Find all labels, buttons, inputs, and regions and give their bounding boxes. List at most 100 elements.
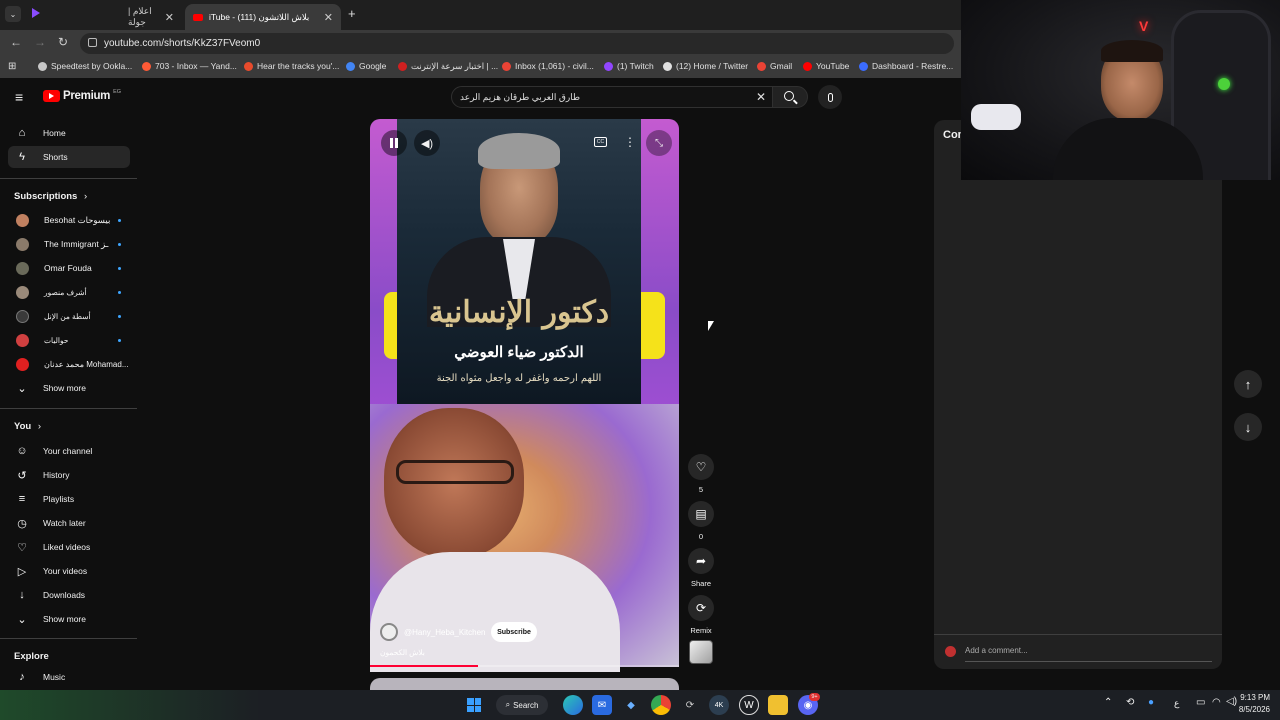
bookmark[interactable]: (1) Twitch [604,61,654,71]
sound-thumbnail[interactable] [689,640,713,664]
subscription-item[interactable]: أشرف منصور [8,281,130,303]
wordpress-icon[interactable]: W [739,695,759,715]
tray-mic-icon[interactable]: ● [1148,697,1154,708]
subscription-item[interactable]: Omar Fouda [8,257,130,279]
sidebar-item-your-videos[interactable]: ▷ Your videos [8,560,130,582]
tray-app-icon[interactable]: ⟲ [1126,697,1134,708]
subscriptions-show-more[interactable]: ⌄ Show more [8,377,130,399]
share-button[interactable]: ➦ [688,548,714,574]
bookmark[interactable]: Dashboard - Restre... [859,61,953,71]
taskbar-search[interactable]: ⌕ Search [496,695,548,715]
next-short-preview [370,678,679,690]
bookmark[interactable]: (12) Home / Twitter [663,61,748,71]
sidebar-item-watch-later[interactable]: ◷ Watch later [8,512,130,534]
channel-name[interactable]: @Hany_Heba_Kitchen [404,628,486,637]
close-icon[interactable]: ✕ [165,11,174,24]
sidebar-item-shorts[interactable]: ϟ Shorts [8,146,130,168]
pause-button[interactable] [381,130,407,156]
collapse-button[interactable]: ⤡ [646,130,672,156]
history-icon: ↺ [17,469,27,482]
clock-date[interactable]: 8/5/2026 [1222,705,1270,714]
avatar [16,333,29,347]
subscriptions-header[interactable]: Subscriptions › [14,191,87,202]
clear-search-icon[interactable]: ✕ [756,90,766,104]
close-icon[interactable]: ✕ [324,11,333,24]
bookmark[interactable]: Speedtest by Ookla... [38,61,132,71]
search-input[interactable]: طارق العربي طرقان هزيم الرعد ✕ [451,86,773,108]
bookmark[interactable]: Gmail [757,61,792,71]
tab-inactive[interactable]: اعلام | جولة ✕ [80,4,182,30]
search-value: طارق العربي طرقان هزيم الرعد [460,91,581,102]
sidebar-item-your-channel[interactable]: ☺ Your channel [8,440,130,462]
sidebar-item-history[interactable]: ↺ History [8,464,130,486]
subscription-item[interactable]: حواليات [8,329,130,351]
add-comment-input[interactable]: Add a comment... [965,646,1028,655]
address-bar[interactable]: youtube.com/shorts/KkZ37FVeom0 [80,33,954,54]
search-icon: ⌕ [505,700,511,709]
microphone-arm [971,104,1021,130]
menu-icon[interactable]: ≡ [15,89,23,105]
sidebar-item-playlists[interactable]: ≡ Playlists [8,488,130,510]
previous-short-button[interactable]: ↑ [1234,370,1262,398]
sidebar-item-downloads[interactable]: ↓ Downloads [8,584,130,606]
tab-list-button[interactable]: ⌄ [5,6,21,22]
tab-active[interactable]: iTube - بلاش اللاتشون (111) ✕ [185,4,341,30]
captions-button[interactable]: CC [594,137,607,147]
subscription-item[interactable]: Besohat بيسوحات [8,209,130,231]
sidebar-item-liked-videos[interactable]: ♡ Liked videos [8,536,130,558]
voice-search-button[interactable] [818,85,842,109]
wifi-icon[interactable]: ◠ [1212,697,1221,708]
tab-group-icon [32,8,40,18]
remix-button[interactable]: ⟳ [688,595,714,621]
bookmark[interactable]: اختبار سرعة الإنترنت | ... [398,61,498,72]
apps-icon[interactable]: ⊞ [8,61,16,72]
bookmark-favicon-icon [346,61,355,71]
new-tab-button[interactable]: + [348,6,356,21]
channel-avatar[interactable] [380,623,398,641]
sidebar-item-home[interactable]: ⌂ Home [8,122,130,144]
4k-app-icon[interactable]: 4K [709,695,729,715]
arrow-down-icon: ↓ [1244,419,1252,435]
like-button[interactable]: ♡ [688,454,714,480]
clock-time[interactable]: 9:13 PM [1222,693,1270,702]
subscription-item[interactable]: أسطة من الإنل [8,305,130,327]
bookmark-favicon-icon [244,61,253,71]
progress-track[interactable] [370,665,679,667]
forward-icon[interactable]: → [34,35,46,49]
subscribe-button[interactable]: Subscribe [491,622,537,642]
chrome-icon[interactable] [651,695,671,715]
you-show-more[interactable]: ⌄ Show more [8,608,130,630]
site-info-icon[interactable] [88,38,97,47]
bookmark[interactable]: Hear the tracks you'... [244,61,339,71]
comment-button[interactable]: ▤ [688,501,714,527]
language-indicator[interactable]: ع [1174,698,1179,709]
bookmark[interactable]: Inbox (1,061) - civil... [502,61,594,71]
reload-icon[interactable]: ↻ [58,35,68,49]
mouse-cursor [708,321,714,331]
explorer-icon[interactable] [768,695,788,715]
sidebar-item-music[interactable]: ♪ Music [8,666,130,688]
search-button[interactable] [772,86,808,108]
volume-button[interactable]: ◀) [414,130,440,156]
bookmark-favicon-icon [142,61,151,71]
bookmark[interactable]: 703 - Inbox — Yand... [142,61,237,71]
edge-icon[interactable] [563,695,583,715]
youtube-logo[interactable]: Premium EG [43,89,121,102]
subscription-item[interactable]: The Immigrant ـز [8,233,130,255]
you-header[interactable]: You › [14,421,41,432]
next-short-button[interactable]: ↓ [1234,413,1262,441]
app-icon[interactable]: ⟳ [680,695,700,715]
vpn-icon[interactable]: ◆ [621,695,641,715]
chevron-up-icon[interactable]: ⌃ [1104,697,1112,708]
mail-icon[interactable]: ✉ [592,695,612,715]
avatar [16,261,29,275]
subscription-item[interactable]: محمد عدنان Mohamad... [8,353,130,375]
start-button[interactable] [464,695,484,715]
bookmark[interactable]: YouTube [803,61,849,71]
network-icon[interactable]: ▭ [1196,697,1205,708]
more-options-icon[interactable]: ⋮ [624,135,636,149]
back-icon[interactable]: ← [10,35,22,49]
bookmark[interactable]: Google [346,61,386,71]
short-caption: بلاش الكحمون [380,648,425,657]
shorts-icon: ϟ [19,151,25,163]
